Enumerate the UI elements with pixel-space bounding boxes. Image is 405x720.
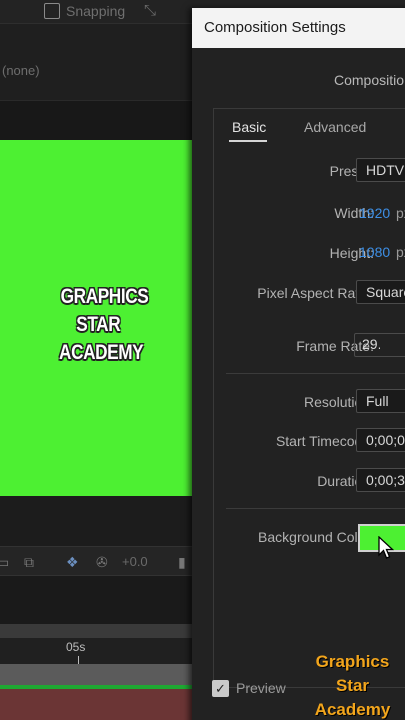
none-label: (none) bbox=[2, 63, 40, 78]
section-divider-2 bbox=[226, 508, 405, 509]
viewer-pasteboard-bottom bbox=[0, 496, 192, 546]
dialog-title: Composition Settings bbox=[204, 19, 346, 36]
preview-label: Preview bbox=[236, 680, 286, 696]
layer-track[interactable] bbox=[0, 664, 192, 686]
watermark: Graphics Star Academy bbox=[300, 650, 405, 720]
layer-bar-red[interactable] bbox=[0, 689, 192, 720]
preview-checkbox[interactable]: ✓ bbox=[212, 680, 229, 697]
exposure-value[interactable]: +0.0 bbox=[122, 554, 148, 569]
screen: Snapping ⤡ (none) GRAPHICS STAR ACADEMY … bbox=[0, 0, 405, 720]
watermark-line-1: Graphics bbox=[315, 652, 390, 671]
pixel-aspect-ratio-dropdown[interactable]: Square bbox=[356, 280, 405, 304]
snapping-checkbox[interactable] bbox=[44, 3, 60, 19]
tab-basic[interactable]: Basic bbox=[232, 119, 266, 135]
channels-icon[interactable]: ❖ bbox=[66, 554, 79, 571]
width-unit: px bbox=[396, 205, 405, 221]
comp-text-line-3: ACADEMY bbox=[59, 341, 144, 364]
width-value[interactable]: 1920 bbox=[359, 205, 390, 221]
snap-options-icon[interactable]: ⤡ bbox=[144, 2, 156, 19]
composition-viewer[interactable]: GRAPHICS STAR ACADEMY bbox=[0, 140, 192, 496]
timeline-header bbox=[0, 576, 192, 624]
viewer-bottom-toolbar: ▭ ⧉ ❖ ✇ +0.0 ▮ bbox=[0, 546, 192, 576]
frame-rate-box[interactable] bbox=[354, 333, 405, 357]
snapping-label: Snapping bbox=[66, 3, 126, 19]
grid-icon[interactable]: ▭ bbox=[0, 554, 9, 571]
viewer-pasteboard bbox=[0, 100, 192, 140]
background-color-label: Background Color: bbox=[258, 529, 374, 545]
exposure-reset-icon[interactable]: ✇ bbox=[96, 554, 108, 571]
time-ruler-tick bbox=[78, 656, 79, 664]
preset-dropdown[interactable]: HDTV bbox=[356, 158, 405, 182]
snapshot-icon[interactable]: ⧉ bbox=[24, 554, 34, 571]
dialog-titlebar[interactable]: Composition Settings bbox=[192, 8, 405, 48]
toolbar-separator-icon: ▮ bbox=[178, 554, 186, 570]
height-unit: px bbox=[396, 244, 405, 260]
comp-text-line-1: GRAPHICS bbox=[60, 285, 149, 308]
watermark-line-2: Star bbox=[335, 676, 370, 695]
comp-text-line-2: STAR bbox=[76, 313, 121, 336]
work-area-bar[interactable] bbox=[0, 624, 192, 638]
time-ruler[interactable] bbox=[0, 638, 192, 664]
start-timecode-field[interactable]: 0;00;00 bbox=[356, 428, 405, 452]
resolution-dropdown[interactable]: Full bbox=[356, 389, 405, 413]
section-divider-1 bbox=[226, 373, 405, 374]
layer-panel-header: (none) bbox=[0, 24, 192, 100]
active-tab-indicator bbox=[229, 140, 267, 142]
duration-field[interactable]: 0;00;30 bbox=[356, 468, 405, 492]
time-ruler-label: 05s bbox=[66, 640, 86, 654]
composition-text-layer: GRAPHICS STAR ACADEMY bbox=[0, 283, 157, 367]
composition-name-label: Compositio bbox=[334, 72, 405, 88]
tab-advanced[interactable]: Advanced bbox=[304, 119, 366, 135]
mouse-pointer-icon bbox=[378, 536, 394, 559]
composition-settings-dialog: Composition Settings Compositio Basic Ad… bbox=[192, 8, 405, 720]
watermark-line-3: Academy bbox=[314, 700, 391, 719]
height-value[interactable]: 1080 bbox=[359, 244, 390, 260]
